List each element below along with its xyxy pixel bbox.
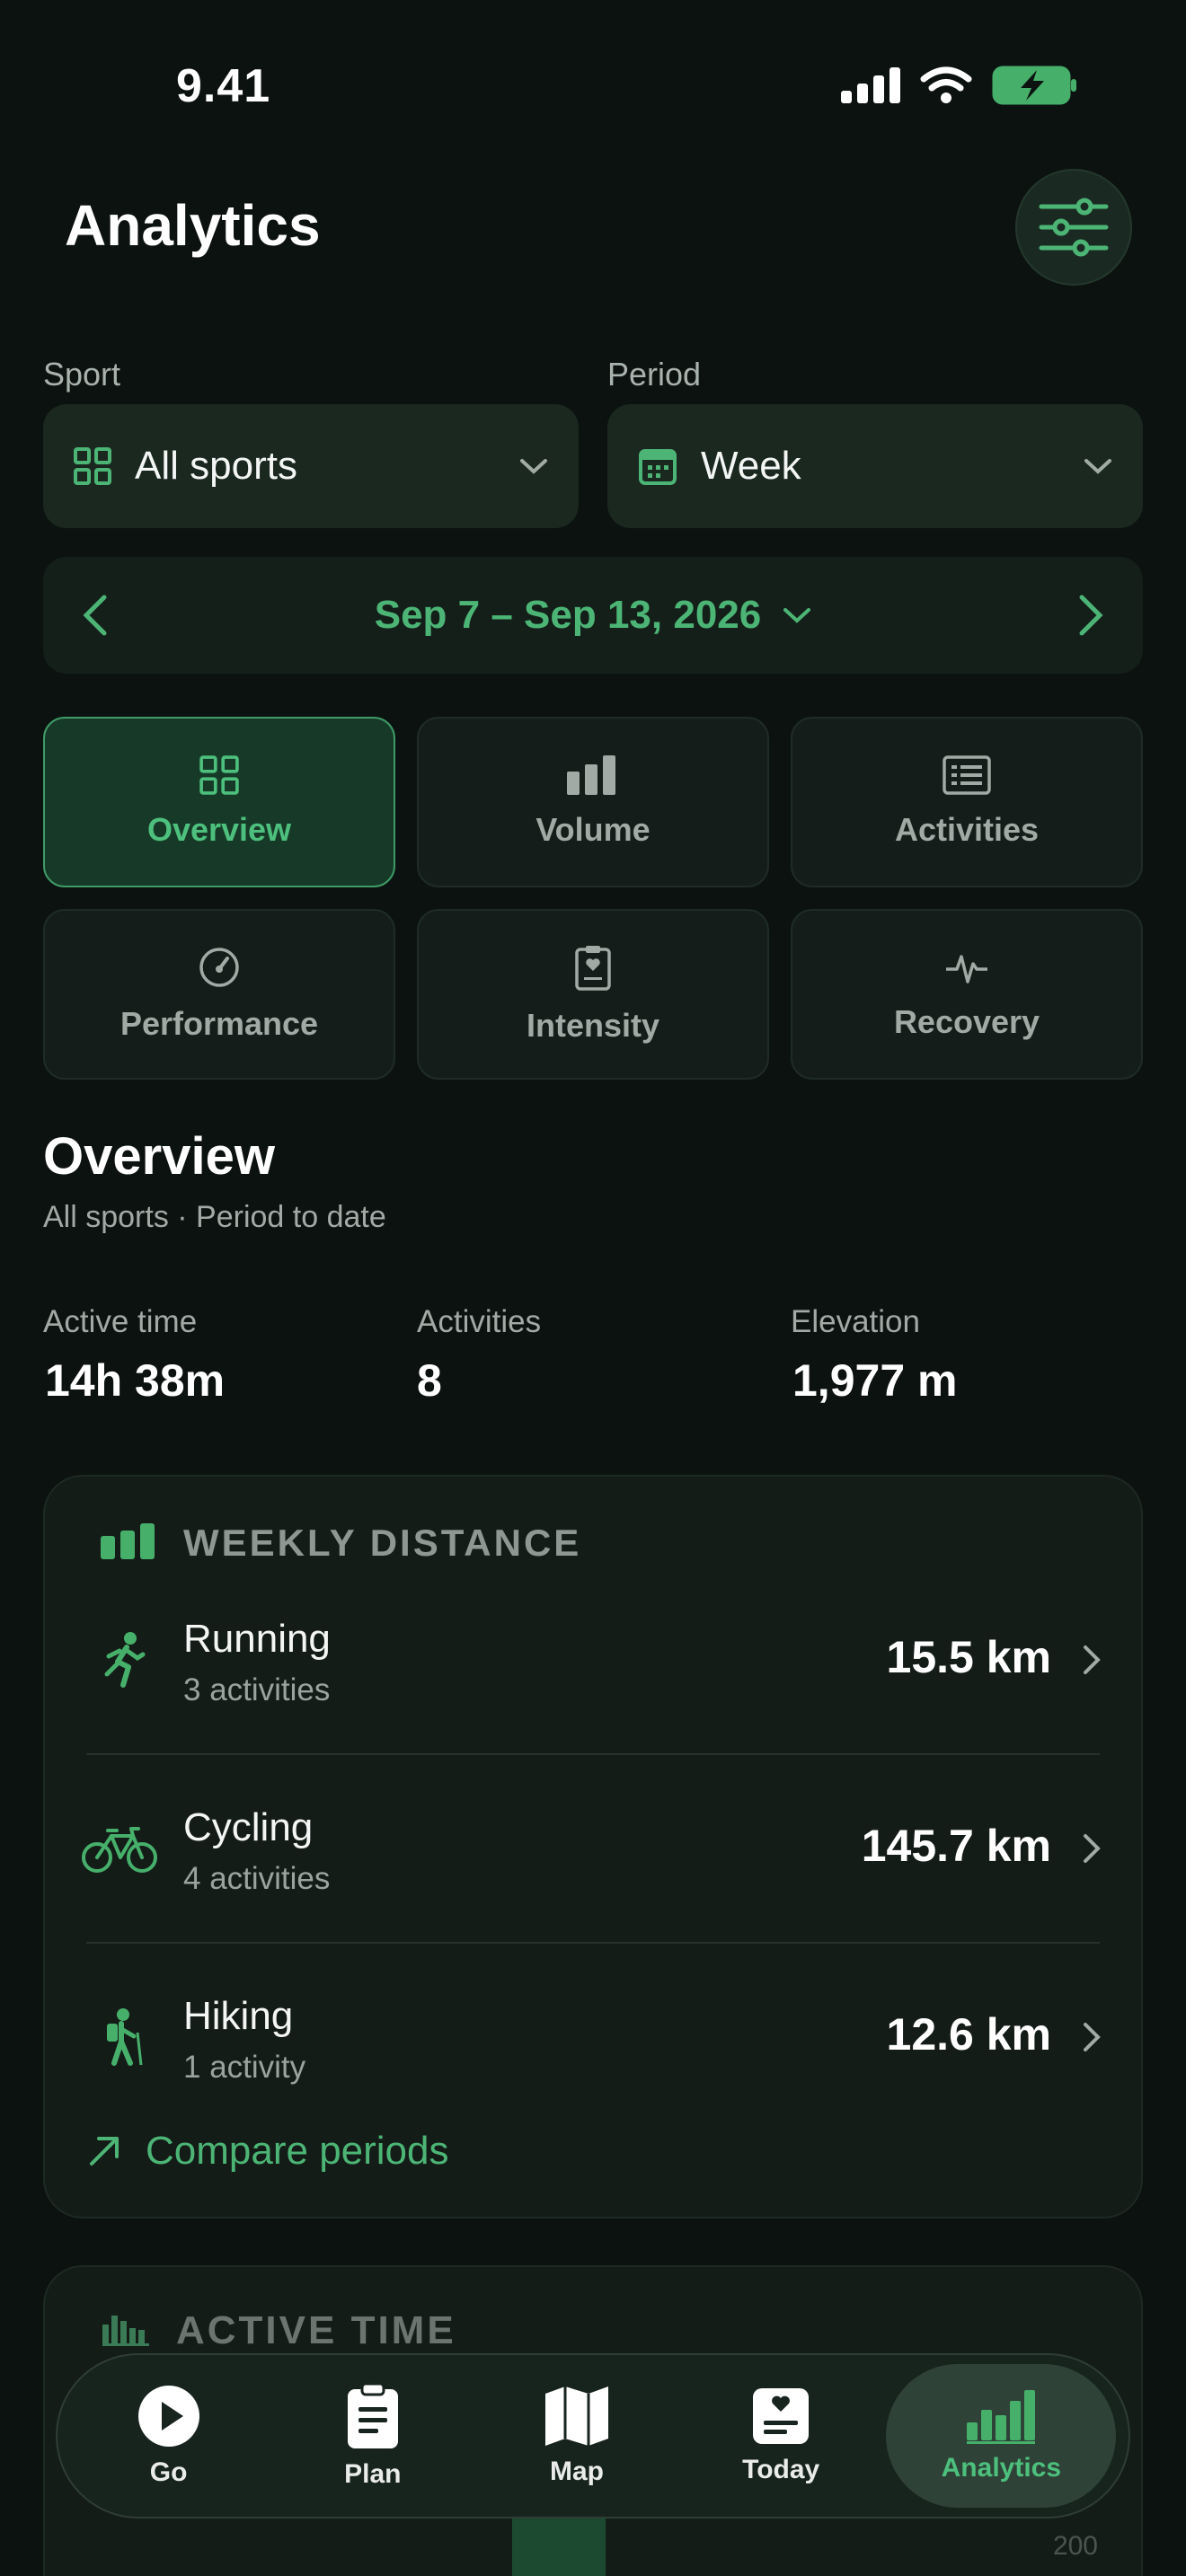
- stat-label-active-time: Active time: [43, 1304, 198, 1339]
- signal-icon: [841, 67, 900, 103]
- divider: [86, 1942, 1100, 1944]
- chevron-right-icon: [1084, 1834, 1101, 1863]
- distance-value: 145.7 km: [861, 1821, 1051, 1871]
- hiking-icon: [83, 1996, 165, 2078]
- stat-label-activities: Activities: [417, 1304, 542, 1339]
- distance-row-hiking[interactable]: Hiking 1 activity 12.6 km: [43, 1945, 1143, 2132]
- date-range-picker[interactable]: Sep 7 – Sep 13, 2026: [375, 593, 812, 638]
- running-icon: [83, 1619, 165, 1701]
- activity-count: 3 activities: [183, 1672, 331, 1707]
- activity-count: 1 activity: [183, 2050, 306, 2085]
- weekly-distance-title: WEEKLY DISTANCE: [183, 1522, 582, 1564]
- clipboard-icon: [347, 2382, 398, 2448]
- tab-volume[interactable]: Volume: [417, 717, 769, 887]
- chevron-down-icon: [1084, 459, 1111, 474]
- divider: [86, 1753, 1100, 1755]
- tab-activities[interactable]: Activities: [791, 717, 1143, 887]
- active-time-title: ACTIVE TIME: [176, 2308, 456, 2352]
- activity-count: 4 activities: [183, 1861, 331, 1896]
- chevron-down-icon: [783, 608, 811, 623]
- sport-name: Cycling: [183, 1805, 314, 1849]
- bar-chart-icon: [567, 755, 615, 795]
- active-time-bar: [512, 2515, 606, 2576]
- distance-value: 15.5 km: [886, 1632, 1051, 1682]
- list-icon: [943, 755, 991, 795]
- overview-subtitle: All sports · Period to date: [43, 1200, 386, 1234]
- period-select-value: Week: [701, 444, 801, 488]
- period-select[interactable]: Week: [607, 404, 1143, 528]
- nav-label: Go: [149, 2457, 188, 2487]
- compare-periods-link[interactable]: Compare periods: [86, 2129, 449, 2174]
- distance-value: 12.6 km: [886, 2009, 1051, 2060]
- gauge-icon: [199, 948, 239, 987]
- distance-row-running[interactable]: Running 3 activities 15.5 km: [43, 1568, 1143, 1755]
- tab-label: Volume: [535, 811, 651, 848]
- grid-icon: [74, 447, 111, 485]
- calendar-icon: [639, 449, 677, 485]
- chevron-left-icon[interactable]: [79, 594, 111, 637]
- wifi-icon: [920, 66, 972, 103]
- tab-performance[interactable]: Performance: [43, 909, 395, 1080]
- chevron-right-icon: [1084, 1645, 1101, 1674]
- status-time: 9.41: [176, 60, 271, 112]
- stat-value-activities: 8: [417, 1355, 442, 1406]
- tab-recovery[interactable]: Recovery: [791, 909, 1143, 1080]
- distance-row-cycling[interactable]: Cycling 4 activities 145.7 km: [43, 1757, 1143, 1944]
- nav-plan[interactable]: Plan: [274, 2364, 472, 2508]
- period-label: Period: [607, 356, 702, 393]
- overview-title: Overview: [43, 1127, 275, 1186]
- sport-name: Hiking: [183, 1994, 294, 2038]
- sport-label: Sport: [43, 356, 121, 393]
- pulse-icon: [946, 955, 987, 984]
- today-icon: [753, 2388, 810, 2444]
- nav-label: Plan: [344, 2459, 402, 2489]
- grid-icon: [199, 755, 239, 795]
- analytics-icon: [967, 2390, 1036, 2444]
- nav-label: Analytics: [941, 2453, 1062, 2483]
- nav-label: Map: [549, 2457, 604, 2486]
- nav-map[interactable]: Map: [478, 2364, 676, 2508]
- stat-value-elevation: 1,977 m: [792, 1355, 958, 1406]
- nav-label: Today: [742, 2455, 820, 2484]
- play-icon: [137, 2386, 199, 2447]
- battery-charging-icon: [992, 66, 1076, 105]
- page-title: Analytics: [65, 193, 321, 258]
- bottom-nav: Go Plan Map Today Analytics: [56, 2353, 1130, 2519]
- date-range-bar: Sep 7 – Sep 13, 2026: [43, 557, 1143, 674]
- date-range-label: Sep 7 – Sep 13, 2026: [374, 593, 762, 637]
- sport-name: Running: [183, 1617, 331, 1661]
- chevron-right-icon[interactable]: [1075, 594, 1107, 637]
- bar-chart-icon: [101, 1523, 155, 1559]
- compare-periods-label: Compare periods: [146, 2129, 449, 2173]
- sport-select-value: All sports: [135, 444, 297, 488]
- tab-label: Recovery: [893, 1003, 1040, 1040]
- map-icon: [544, 2386, 608, 2446]
- clipboard-heart-icon: [575, 946, 611, 991]
- histogram-icon: [102, 2316, 149, 2346]
- filter-settings-button[interactable]: [1015, 169, 1132, 286]
- status-icons: [841, 65, 1078, 106]
- nav-go[interactable]: Go: [70, 2364, 268, 2508]
- arrow-up-right-icon: [90, 2137, 119, 2166]
- tab-label: Intensity: [526, 1007, 660, 1044]
- nav-today[interactable]: Today: [682, 2364, 880, 2508]
- bicycle-icon: [81, 1807, 158, 1890]
- chevron-right-icon: [1084, 2023, 1101, 2051]
- axis-tick: 200: [1052, 2531, 1098, 2561]
- chevron-down-icon: [520, 459, 547, 474]
- sliders-icon: [1039, 198, 1109, 257]
- stat-value-active-time: 14h 38m: [45, 1355, 226, 1406]
- tab-label: Activities: [894, 811, 1040, 848]
- tab-intensity[interactable]: Intensity: [417, 909, 769, 1080]
- sport-select[interactable]: All sports: [43, 404, 579, 528]
- tab-overview[interactable]: Overview: [43, 717, 395, 887]
- stat-label-elevation: Elevation: [791, 1304, 920, 1339]
- tab-label: Overview: [146, 811, 292, 848]
- nav-analytics[interactable]: Analytics: [886, 2364, 1117, 2508]
- tab-label: Performance: [119, 1005, 319, 1042]
